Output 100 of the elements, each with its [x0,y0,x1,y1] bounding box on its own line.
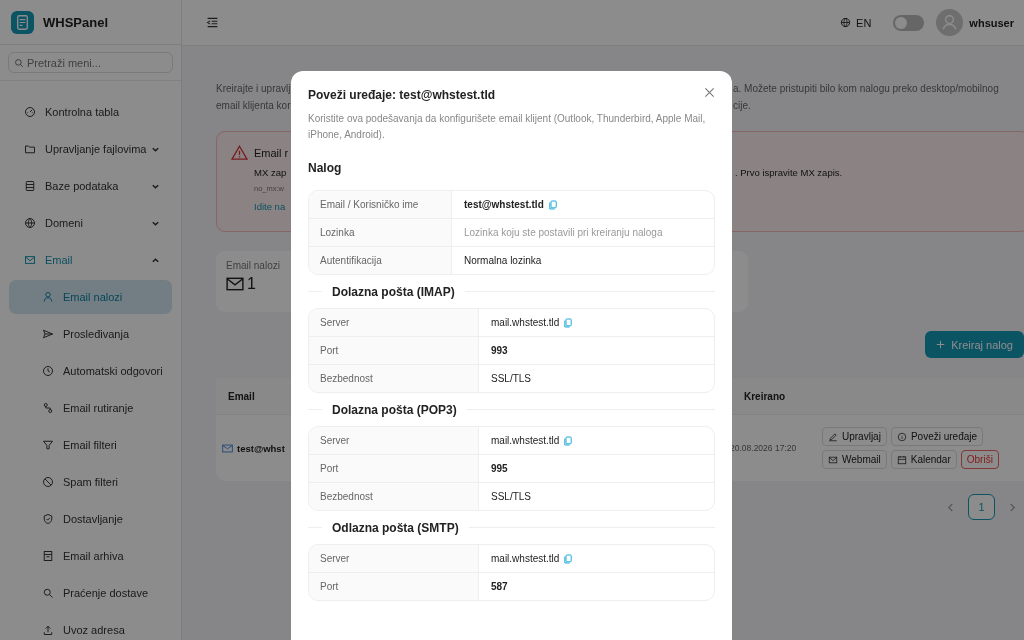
copy-icon[interactable] [548,199,557,210]
table-cell: Lozinka [309,219,452,246]
section-title: Odlazna pošta (SMTP) [322,521,469,535]
table-cell: Server [309,427,479,454]
column-header: Kreirano [744,390,787,402]
action-button[interactable]: Upravljaj [822,427,887,446]
table-cell: SSL/TLS [491,491,532,502]
mail-icon [226,277,244,291]
brand-name: WHSPanel [43,14,108,30]
table-cell: 993 [491,345,508,356]
stat-value: 1 [247,275,256,293]
table-cell: 995 [491,463,508,474]
sidebar-item[interactable]: Spam filteri [9,465,172,499]
user-name: whsuser [969,16,1014,29]
section-title: Dolazna pošta (POP3) [322,403,467,417]
sidebar-item[interactable]: Email arhiva [9,539,172,573]
search-icon [42,587,54,599]
action-button[interactable]: Webmail [822,450,887,469]
table-cell: Bezbednost [309,483,479,510]
sidebar-item[interactable]: Automatski odgovori [9,354,172,388]
sidebar-item[interactable]: Dostavljanje [9,502,172,536]
dialog-description: Koristite ova podešavanja da konfigurišete email klijent (Outlook, Thunderbird, Apple Mail, iPhone, Android). [308,112,707,142]
block-icon [42,476,54,488]
copy-icon[interactable] [564,317,573,328]
table-cell: Autentifikacija [309,247,452,274]
sidebar-item[interactable]: Praćenje dostave [9,576,172,610]
sidebar-item[interactable]: Baze podataka [9,169,172,203]
sidebar-item[interactable]: Email rutiranje [9,391,172,425]
table-cell: mail.whstest.tld [491,317,560,328]
globe-icon [840,17,852,28]
intro-text: email klijenta kor [216,99,291,113]
mail-icon [222,443,233,453]
table-cell: mail.whstest.tld [491,435,560,446]
section-title: Nalog [308,161,343,175]
table-cell: Port [309,573,479,600]
globe-icon [24,217,36,229]
sidebar-item[interactable]: Upravljanje fajlovima [9,132,172,166]
mail-icon [24,254,36,266]
table-cell: mail.whstest.tld [491,553,560,564]
create-button[interactable]: Kreiraj nalog [925,331,1024,358]
database-icon [24,180,36,192]
pencil-icon [828,431,838,442]
table-cell: 587 [491,581,508,592]
table-cell: Server [309,545,479,572]
previous-page-icon[interactable] [947,502,954,512]
action-button[interactable]: Kalendar [890,450,957,469]
theme-toggle[interactable] [893,14,925,31]
table-cell: test@whstest.tld [464,199,544,210]
table-cell: Server [309,309,479,336]
table-cell: Email / Korisničko ime [309,191,452,218]
search-field[interactable]: Pretraži meni... [8,52,173,73]
logo-icon [11,10,34,34]
sidebar-item[interactable]: Prosleđivanja [9,317,172,351]
intro-text: cije. [733,99,752,113]
column-header: Email [227,390,256,402]
action-button[interactable]: Obriši [960,450,999,469]
avatar-icon[interactable] [936,9,964,36]
menu-icon[interactable] [206,16,219,29]
user-icon [42,291,54,303]
warning-icon [231,145,248,160]
sidebar-item[interactable]: Email [9,243,172,277]
gauge-icon [24,106,36,118]
send-icon [42,328,54,340]
table-cell: Bezbednost [309,365,479,392]
language-button[interactable]: EN [840,16,872,29]
copy-icon[interactable] [564,553,573,564]
table-cell: Port [309,455,479,482]
table-cell: Lozinka koju ste postavili pri kreiranju naloga [464,227,663,238]
sidebar-item[interactable]: Uvoz adresa [9,613,172,640]
archive-icon [42,550,54,562]
stat-label: Email nalozi [226,260,280,271]
info-icon [896,431,907,442]
calendar-icon [896,454,907,465]
close-icon[interactable] [704,87,715,98]
next-page-icon[interactable] [1009,502,1016,512]
sidebar-item[interactable]: Email filteri [9,428,172,462]
table-cell: SSL/TLS [491,373,532,384]
copy-icon[interactable] [564,435,573,446]
page-button[interactable]: 1 [968,494,995,520]
table-cell: Port [309,337,479,364]
section-title: Dolazna pošta (IMAP) [322,285,465,299]
alert-text: MX zap [254,167,287,178]
shield-icon [42,513,54,525]
clock-icon [42,365,54,377]
plus-icon [936,340,946,349]
sidebar-item[interactable]: Kontrolna tabla [9,95,172,129]
mail-icon [828,454,838,465]
intro-text: a. Možete pristupiti bilo kom nalogu preko desktop/mobilnog [733,82,1000,96]
search-icon [14,58,24,68]
table-cell: Normalna lozinka [464,255,542,266]
alert-text: . Prvo ispravite MX zapis. [735,167,844,178]
action-button[interactable]: Poveži uređaje [890,427,984,446]
table-cell-text: 20.08.2026 17:20 [730,443,798,453]
alert-title: Email r [254,146,289,159]
folder-icon [24,143,36,155]
route-icon [42,402,54,414]
filter-icon [42,439,54,451]
dialog-title: Poveži uređaje: test@whstest.tld [308,88,496,102]
sidebar-item[interactable]: Domeni [9,206,172,240]
upload-icon [42,624,54,636]
